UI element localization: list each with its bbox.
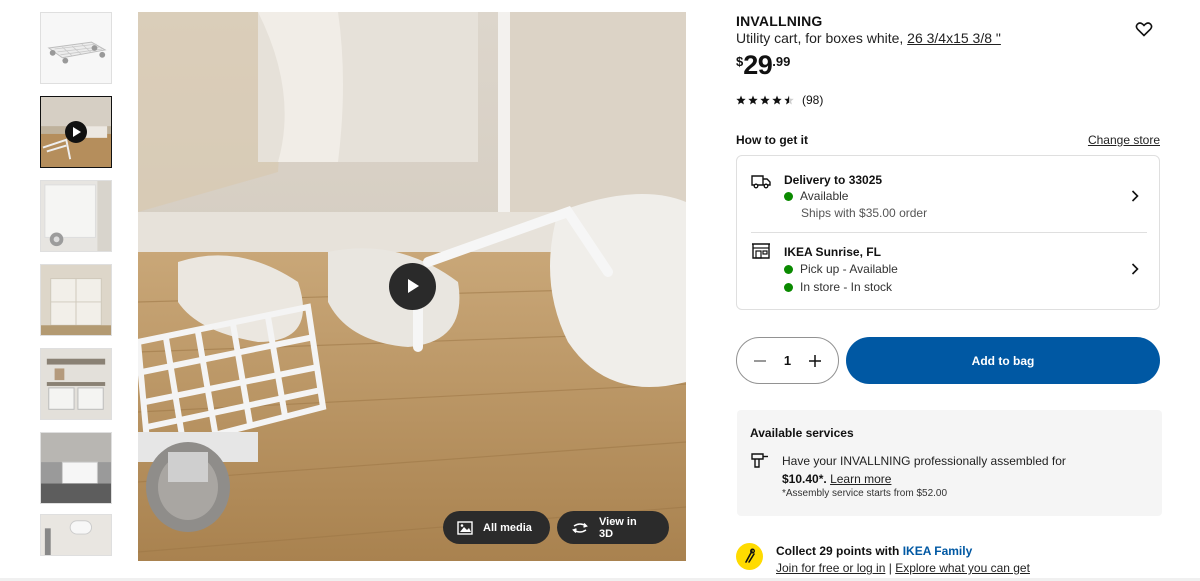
available-services: Available services Have your INVALLNING … xyxy=(737,410,1162,516)
view-in-3d-button[interactable]: View in 3D xyxy=(557,511,669,544)
in-stock-dot-icon xyxy=(784,282,793,292)
bathroom-image xyxy=(41,515,111,555)
product-name: INVALLNING xyxy=(736,13,823,29)
quantity-value[interactable]: 1 xyxy=(784,353,791,368)
quantity-stepper: 1 xyxy=(736,337,839,384)
thumbnail-cart-product[interactable] xyxy=(40,12,112,84)
cart-wheel-image xyxy=(41,181,111,251)
how-to-get-title: How to get it xyxy=(736,133,808,147)
all-media-button[interactable]: All media xyxy=(443,511,550,544)
grey-sofa-boxes-image xyxy=(41,433,111,503)
truck-icon xyxy=(751,175,771,189)
thumbnail-bathroom[interactable] xyxy=(40,514,112,556)
cart-product-image xyxy=(41,13,111,83)
join-login-link[interactable]: Join for free or log in xyxy=(776,561,885,575)
product-description: Utility cart, for boxes white, 26 3/4x15… xyxy=(736,30,1001,46)
thumbnail-cart-video[interactable] xyxy=(40,96,112,168)
rotate-3d-icon xyxy=(571,521,589,535)
explore-link[interactable]: Explore what you can get xyxy=(895,561,1030,575)
star-icon xyxy=(736,95,746,105)
product-rating[interactable]: (98) xyxy=(736,93,823,107)
instore-status: In store - In stock xyxy=(784,280,892,294)
store-title: IKEA Sunrise, FL xyxy=(784,245,881,259)
heart-icon[interactable] xyxy=(1135,20,1153,38)
available-dot-icon xyxy=(784,191,793,201)
plus-icon[interactable] xyxy=(808,354,822,368)
pickup-status-text: Pick up - Available xyxy=(800,262,898,276)
services-title: Available services xyxy=(750,426,854,440)
product-dimensions-link[interactable]: 26 3/4x15 3/8 " xyxy=(907,30,1001,46)
delivery-status: Available xyxy=(784,189,848,203)
pickup-status: Pick up - Available xyxy=(784,262,898,276)
star-icon xyxy=(748,95,758,105)
view-in-3d-label: View in 3D xyxy=(599,515,637,540)
chevron-right-icon xyxy=(1131,263,1139,275)
product-price: $29.99 xyxy=(736,50,790,81)
instore-status-text: In store - In stock xyxy=(800,280,893,294)
learn-more-link[interactable]: Learn more xyxy=(830,472,891,486)
services-text: Have your INVALLNING professionally asse… xyxy=(782,452,1082,488)
delivery-option[interactable]: Delivery to 33025 Available Ships with $… xyxy=(737,156,1159,232)
delivery-title: Delivery to 33025 xyxy=(784,173,883,187)
shelf-boxes-image xyxy=(41,349,111,419)
family-links-separator: | xyxy=(885,561,896,575)
ikea-family-brand: IKEA Family xyxy=(902,544,973,558)
rating-stars xyxy=(736,95,794,105)
price-decimal: .99 xyxy=(772,54,791,69)
family-points-icon xyxy=(736,543,763,570)
thumbnail-shelf-boxes[interactable] xyxy=(40,348,112,420)
all-media-label: All media xyxy=(483,521,532,534)
play-icon xyxy=(65,121,87,143)
fulfillment-options: Delivery to 33025 Available Ships with $… xyxy=(736,155,1160,310)
add-to-bag-button[interactable]: Add to bag xyxy=(846,337,1160,384)
services-text-prefix: Have your INVALLNING professionally asse… xyxy=(782,454,1066,468)
store-icon xyxy=(752,243,770,259)
rating-count: (98) xyxy=(802,93,824,107)
price-integer: 29 xyxy=(743,50,773,80)
assembly-price: $10.40*. xyxy=(782,472,827,486)
thumbnail-grey-sofa-boxes[interactable] xyxy=(40,432,112,504)
star-icon xyxy=(760,95,770,105)
star-icon xyxy=(772,95,782,105)
thumbnail-cabinet-room[interactable] xyxy=(40,264,112,336)
store-option[interactable]: IKEA Sunrise, FL Pick up - Available In … xyxy=(737,232,1159,310)
services-note: *Assembly service starts from $52.00 xyxy=(782,488,948,499)
change-store-link[interactable]: Change store xyxy=(1088,133,1160,147)
minus-icon[interactable] xyxy=(753,354,767,368)
product-type: Utility cart, for boxes white, xyxy=(736,30,908,46)
star-icon xyxy=(784,95,794,105)
available-dot-icon xyxy=(784,264,793,274)
family-title: Collect 29 points with IKEA Family xyxy=(776,544,972,558)
play-video-button[interactable] xyxy=(389,263,436,310)
chevron-right-icon xyxy=(1131,190,1139,202)
cabinet-room-image xyxy=(41,265,111,335)
price-currency: $ xyxy=(736,54,744,69)
family-title-prefix: Collect 29 points with xyxy=(776,544,903,558)
drill-icon xyxy=(751,453,768,468)
delivery-status-text: Available xyxy=(800,189,849,203)
main-product-media[interactable]: All media View in 3D xyxy=(138,12,686,561)
delivery-note: Ships with $35.00 order xyxy=(801,206,928,220)
thumbnail-cart-wheel[interactable] xyxy=(40,180,112,252)
gallery-icon xyxy=(457,520,473,535)
family-links: Join for free or log in | Explore what y… xyxy=(776,561,1030,575)
